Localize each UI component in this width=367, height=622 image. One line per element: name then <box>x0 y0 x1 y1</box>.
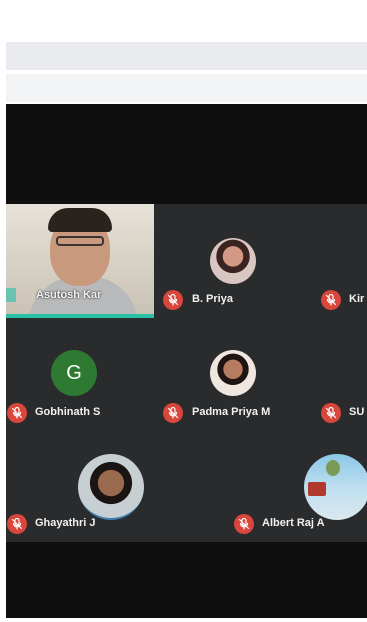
mic-off-icon <box>321 403 341 423</box>
mic-off-icon <box>234 514 254 534</box>
meeting-stage: Asutosh Kar B. Priya Kir G Gobhinath S P… <box>6 104 367 618</box>
participant-name: Gobhinath S <box>35 406 101 418</box>
participant-name: B. Priya <box>192 293 233 305</box>
participant-name: Padma Priya M <box>192 406 271 418</box>
participant-tile-video[interactable]: Asutosh Kar <box>6 204 154 318</box>
browser-toolbar <box>6 42 367 70</box>
participant-name: SU <box>349 406 365 418</box>
video-figure-hair <box>48 208 112 232</box>
avatar <box>78 454 144 520</box>
participant-name: Asutosh Kar <box>36 289 102 301</box>
avatar <box>210 238 256 284</box>
participant-name: Kir <box>349 293 365 305</box>
avatar-scene-detail <box>326 460 340 476</box>
mic-off-icon <box>163 290 183 310</box>
avatar-scene-detail <box>308 482 326 496</box>
participant-grid: Asutosh Kar B. Priya Kir G Gobhinath S P… <box>6 204 367 542</box>
video-side-strip <box>6 288 16 302</box>
mic-off-icon <box>7 403 27 423</box>
mic-off-icon <box>163 403 183 423</box>
participant-name: Albert Raj A <box>262 517 325 529</box>
avatar: G <box>51 350 97 396</box>
avatar <box>210 350 256 396</box>
mic-off-icon <box>7 514 27 534</box>
active-speaker-indicator <box>6 314 154 318</box>
video-figure-glasses <box>56 236 104 246</box>
meeting-header-bar <box>6 74 367 102</box>
avatar <box>304 454 367 520</box>
participant-name: Ghayathri J <box>35 517 96 529</box>
mic-off-icon <box>321 290 341 310</box>
